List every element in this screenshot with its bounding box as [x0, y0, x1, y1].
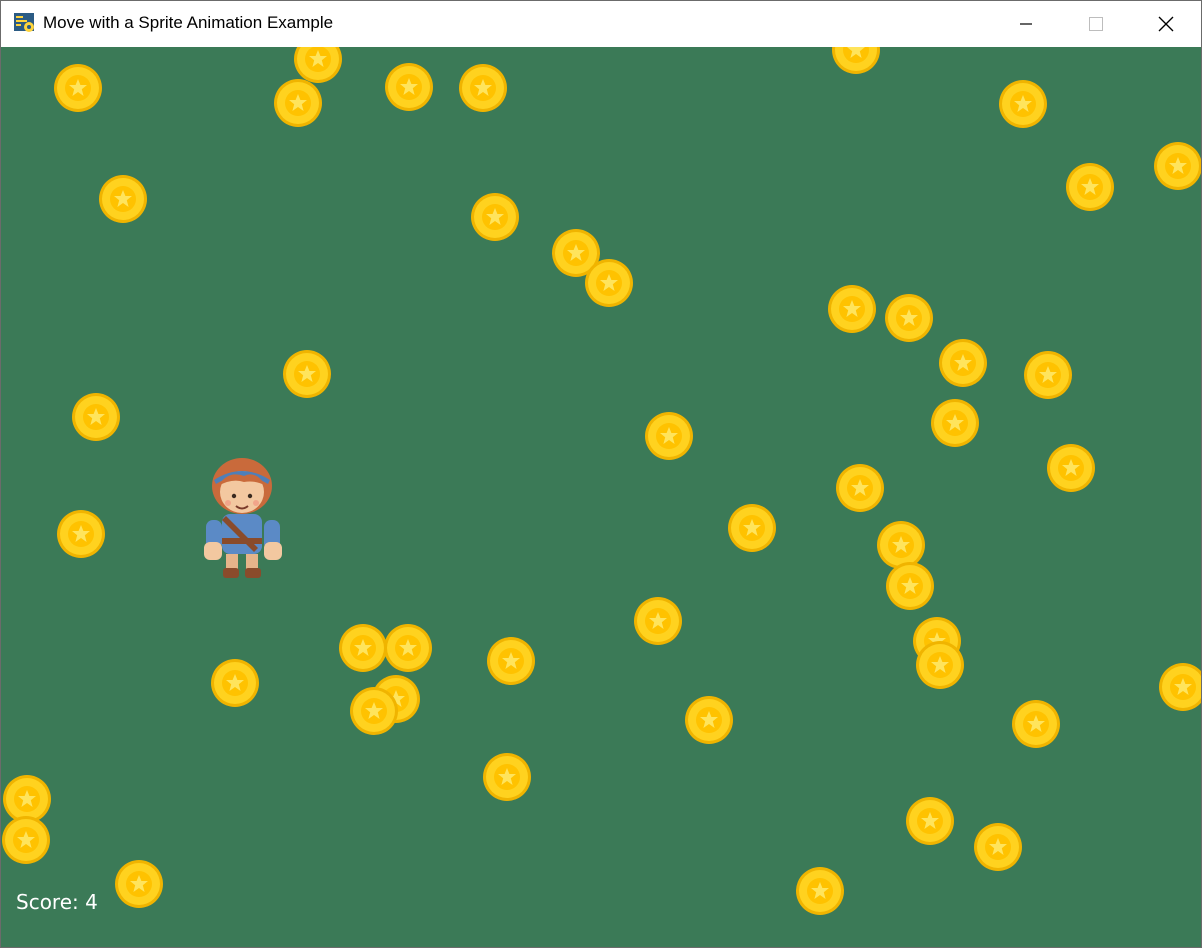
coin-sprite [645, 412, 693, 460]
coin-sprite [916, 641, 964, 689]
coin-sprite [483, 753, 531, 801]
coin-sprite [283, 350, 331, 398]
coin-sprite [1012, 700, 1060, 748]
coin-sprite [585, 259, 633, 307]
maximize-button[interactable] [1061, 1, 1131, 47]
coin-sprite [685, 696, 733, 744]
coin-sprite [54, 64, 102, 112]
close-icon [1158, 16, 1174, 32]
coin-sprite [939, 339, 987, 387]
coin-sprite [57, 510, 105, 558]
coin-sprite [886, 562, 934, 610]
coin-sprite [2, 816, 50, 864]
coin-sprite [487, 637, 535, 685]
coin-sprite [906, 797, 954, 845]
title-bar[interactable]: Move with a Sprite Animation Example [1, 1, 1201, 47]
coin-sprite [1154, 142, 1201, 190]
coin-layer [2, 47, 1201, 915]
window-title: Move with a Sprite Animation Example [43, 13, 334, 32]
coin-sprite [471, 193, 519, 241]
minimize-icon [1020, 23, 1032, 25]
coin-sprite [384, 624, 432, 672]
coin-sprite [1159, 663, 1201, 711]
coin-sprite [115, 860, 163, 908]
player-character [204, 458, 282, 578]
coin-sprite [828, 285, 876, 333]
coin-sprite [274, 79, 322, 127]
minimize-button[interactable] [991, 1, 1061, 47]
coin-sprite [385, 63, 433, 111]
coin-sprite [3, 775, 51, 823]
app-window: Move with a Sprite Animation Example Sco… [0, 0, 1202, 948]
maximize-icon [1089, 17, 1103, 31]
coin-sprite [1066, 163, 1114, 211]
game-canvas[interactable]: Score: 4 [1, 47, 1201, 947]
coin-sprite [211, 659, 259, 707]
coin-sprite [796, 867, 844, 915]
coin-sprite [1024, 351, 1072, 399]
coin-sprite [974, 823, 1022, 871]
coin-sprite [836, 464, 884, 512]
coin-sprite [728, 504, 776, 552]
coin-sprite [294, 47, 342, 83]
score-label: Score: 4 [16, 890, 98, 914]
coin-sprite [885, 294, 933, 342]
coin-sprite [72, 393, 120, 441]
coin-sprite [350, 687, 398, 735]
coin-sprite [877, 521, 925, 569]
coin-sprite [459, 64, 507, 112]
close-button[interactable] [1131, 1, 1201, 47]
coin-sprite [339, 624, 387, 672]
coin-sprite [999, 80, 1047, 128]
coin-sprite [634, 597, 682, 645]
coin-sprite [832, 47, 880, 74]
coin-sprite [99, 175, 147, 223]
python-icon [14, 13, 34, 32]
coin-sprite [931, 399, 979, 447]
coin-sprite [1047, 444, 1095, 492]
